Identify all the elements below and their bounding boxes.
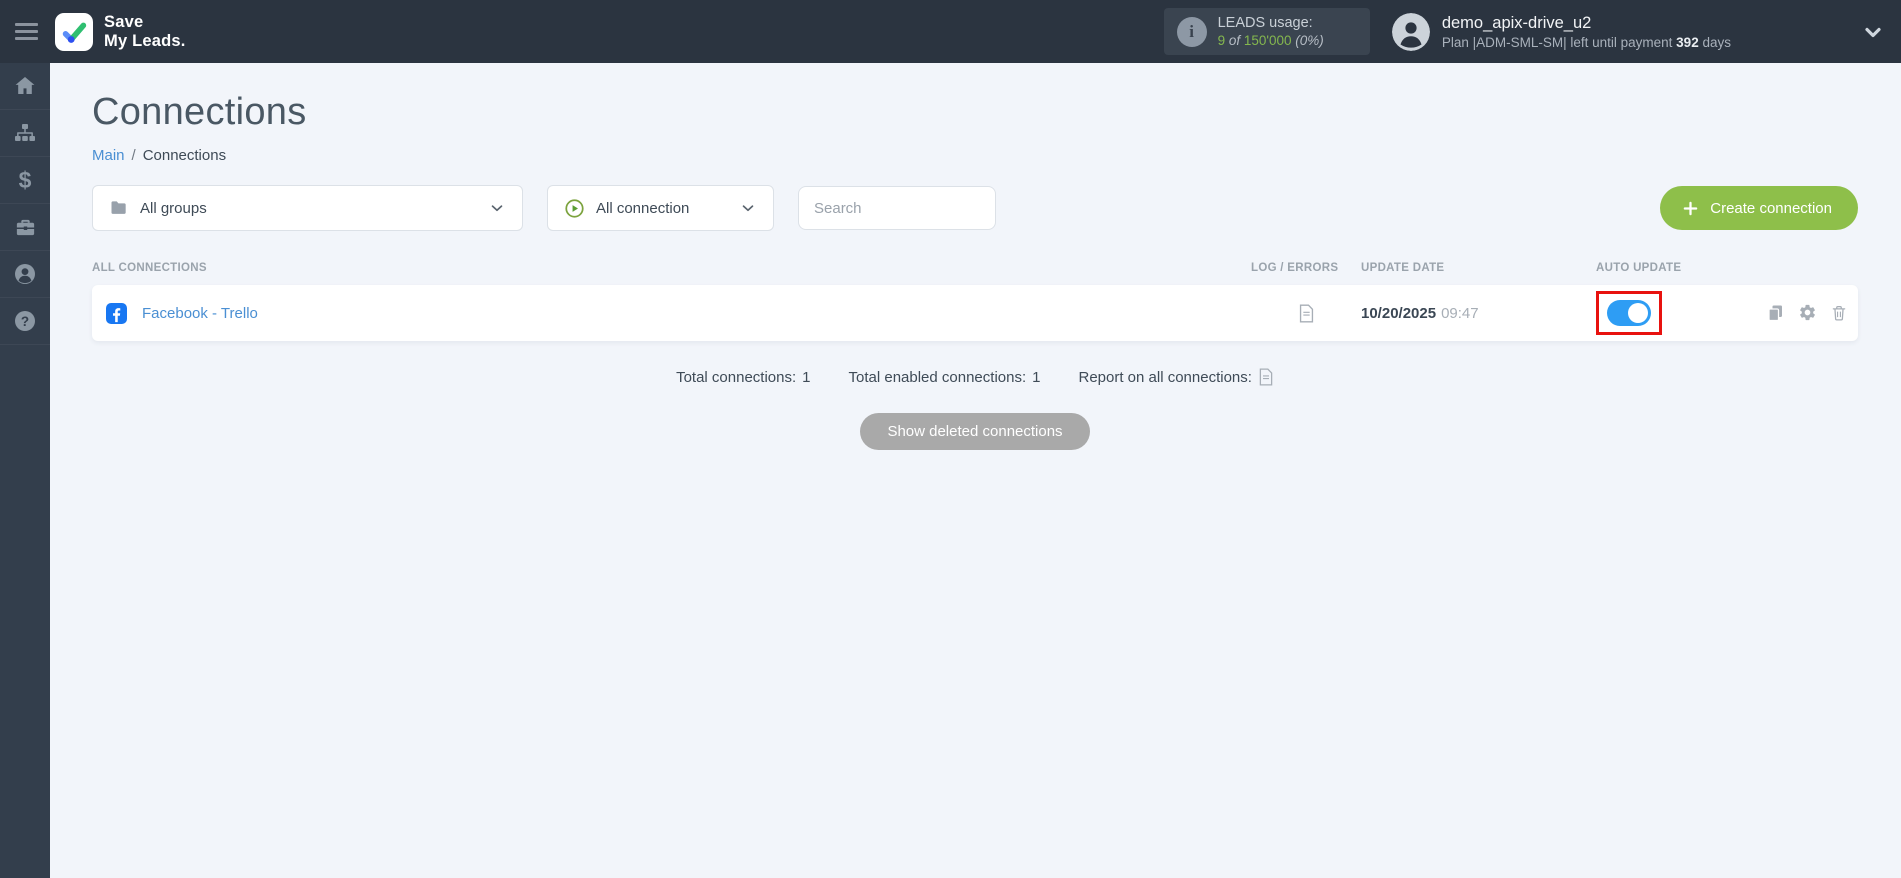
user-icon bbox=[15, 264, 35, 284]
info-icon: i bbox=[1176, 16, 1207, 47]
auto-update-toggle[interactable] bbox=[1607, 300, 1651, 326]
help-icon: ? bbox=[15, 311, 35, 331]
connection-row: Facebook - Trello 10/20/2025 09:47 bbox=[92, 285, 1858, 341]
main-content: Connections Main / Connections All group… bbox=[50, 63, 1901, 878]
trash-icon[interactable] bbox=[1830, 303, 1848, 323]
chevron-down-icon bbox=[1865, 27, 1881, 37]
chevron-down-icon bbox=[742, 205, 754, 212]
top-header: Save My Leads. i LEADS usage: 9 of 150'0… bbox=[0, 0, 1901, 63]
svg-text:?: ? bbox=[21, 314, 29, 329]
auto-update-highlight bbox=[1596, 291, 1662, 335]
leads-usage-counts: 9 of 150'000 (0%) bbox=[1217, 33, 1324, 48]
show-deleted-connections-button[interactable]: Show deleted connections bbox=[860, 413, 1090, 450]
plus-icon bbox=[1683, 201, 1698, 215]
app-logo[interactable] bbox=[55, 12, 93, 51]
log-file-icon[interactable] bbox=[1298, 304, 1315, 323]
account-menu-toggle[interactable] bbox=[1861, 20, 1885, 44]
user-account-block[interactable]: demo_apix-drive_u2 Plan |ADM-SML-SM| lef… bbox=[1391, 12, 1731, 51]
total-connections: Total connections: 1 bbox=[676, 368, 811, 386]
sidebar-item-help[interactable]: ? bbox=[0, 298, 50, 345]
column-update-date: UPDATE DATE bbox=[1361, 262, 1445, 274]
copy-icon[interactable] bbox=[1766, 303, 1785, 323]
breadcrumb-current: Connections bbox=[142, 147, 227, 164]
create-connection-button[interactable]: Create connection bbox=[1660, 186, 1858, 230]
leads-usage-badge[interactable]: i LEADS usage: 9 of 150'000 (0%) bbox=[1163, 8, 1370, 55]
connection-status-dropdown[interactable]: All connection bbox=[547, 185, 774, 231]
folder-icon bbox=[111, 201, 126, 214]
sidebar-item-services[interactable] bbox=[0, 204, 50, 251]
report-all-connections[interactable]: Report on all connections: bbox=[1078, 368, 1273, 386]
connection-dropdown-value: All connection bbox=[596, 199, 690, 217]
column-all-connections: ALL CONNECTIONS bbox=[92, 262, 207, 274]
avatar bbox=[1391, 12, 1430, 51]
connection-name-link[interactable]: Facebook - Trello bbox=[142, 305, 258, 322]
totals-bar: Total connections: 1 Total enabled connec… bbox=[92, 368, 1858, 386]
search-input[interactable] bbox=[798, 186, 996, 230]
page-title: Connections bbox=[92, 91, 307, 133]
dollar-icon: $ bbox=[18, 166, 32, 193]
hamburger-menu-icon[interactable] bbox=[15, 23, 41, 40]
sidebar-item-profile[interactable] bbox=[0, 251, 50, 298]
sidebar-item-home[interactable] bbox=[0, 63, 50, 110]
sidebar-item-billing[interactable]: $ bbox=[0, 157, 50, 204]
chevron-down-icon bbox=[491, 205, 503, 212]
app-title: Save My Leads. bbox=[104, 13, 186, 50]
sitemap-icon bbox=[15, 124, 35, 141]
create-connection-label: Create connection bbox=[1710, 199, 1832, 217]
left-sidebar: $ ? bbox=[0, 63, 50, 878]
groups-dropdown[interactable]: All groups bbox=[92, 185, 523, 231]
user-name: demo_apix-drive_u2 bbox=[1441, 13, 1592, 32]
checkmark-logo-icon bbox=[62, 22, 87, 43]
column-log-errors: LOG / ERRORS bbox=[1251, 262, 1339, 274]
sidebar-item-connections[interactable] bbox=[0, 110, 50, 157]
filters-bar: All groups All connection Create connect… bbox=[92, 185, 1858, 231]
breadcrumb-main-link[interactable]: Main bbox=[92, 147, 125, 164]
briefcase-icon bbox=[16, 219, 34, 235]
update-date: 10/20/2025 09:47 bbox=[1361, 304, 1479, 322]
facebook-icon bbox=[106, 302, 127, 324]
play-circle-icon bbox=[565, 198, 584, 218]
connections-table-header: ALL CONNECTIONS LOG / ERRORS UPDATE DATE… bbox=[92, 262, 1858, 274]
column-auto-update: AUTO UPDATE bbox=[1596, 262, 1682, 274]
leads-usage-label: LEADS usage: bbox=[1217, 15, 1313, 31]
breadcrumb-separator: / bbox=[131, 147, 136, 164]
home-icon bbox=[15, 77, 35, 94]
gear-icon[interactable] bbox=[1798, 303, 1817, 322]
breadcrumb: Main / Connections bbox=[92, 147, 1858, 164]
total-enabled-connections: Total enabled connections: 1 bbox=[848, 368, 1041, 386]
report-file-icon[interactable] bbox=[1258, 368, 1274, 386]
groups-dropdown-value: All groups bbox=[140, 199, 207, 217]
user-plan-info: Plan |ADM-SML-SM| left until payment 392… bbox=[1441, 34, 1731, 50]
